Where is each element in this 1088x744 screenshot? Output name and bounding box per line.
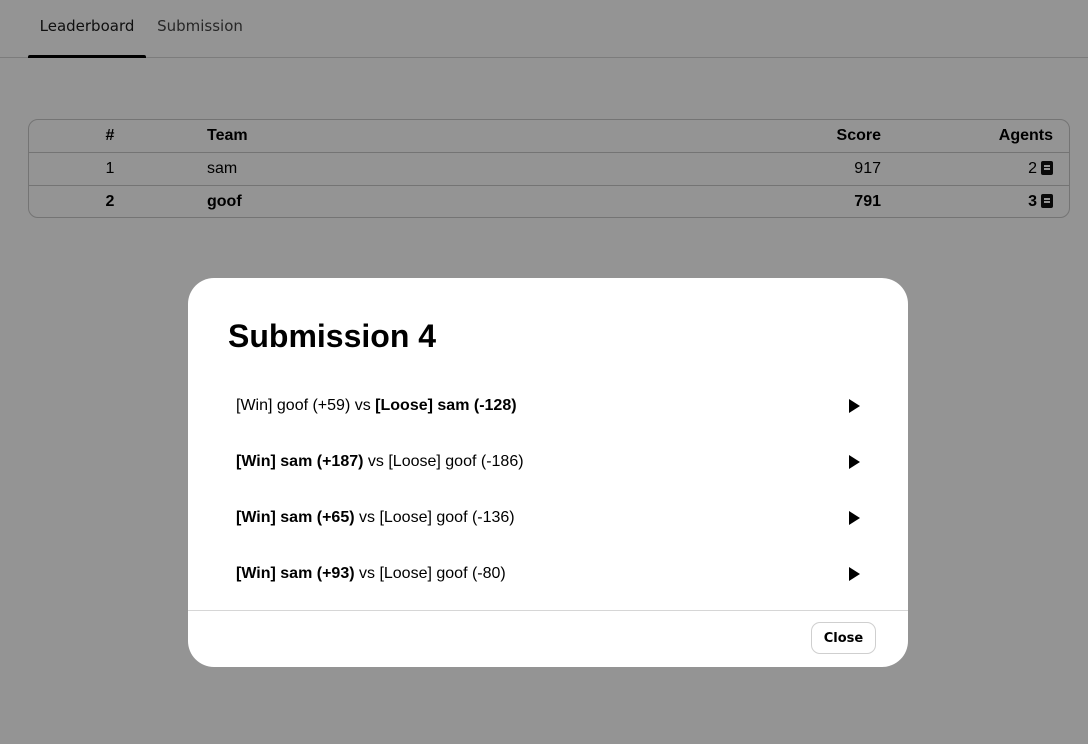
play-icon[interactable]: [849, 567, 860, 581]
match-row: [Win] sam (+65) vs [Loose] goof (-136): [236, 490, 860, 546]
match-right: [Loose] sam (-128): [375, 397, 517, 414]
play-icon[interactable]: [849, 399, 860, 413]
match-row: [Win] sam (+93) vs [Loose] goof (-80): [236, 546, 860, 602]
match-vs: vs: [363, 453, 389, 470]
play-icon[interactable]: [849, 455, 860, 469]
match-vs: vs: [350, 397, 376, 414]
match-right: [Loose] goof (-186): [388, 453, 524, 470]
modal-title: Submission 4: [228, 318, 437, 354]
match-left: [Win] goof (+59): [236, 397, 351, 414]
match-vs: vs: [354, 565, 380, 582]
submission-modal: Submission 4 [Win] goof (+59) vs [Loose]…: [188, 278, 908, 667]
match-right: [Loose] goof (-80): [379, 565, 506, 582]
play-icon[interactable]: [849, 511, 860, 525]
match-vs: vs: [354, 509, 380, 526]
match-left: [Win] sam (+93): [236, 565, 355, 582]
match-right: [Loose] goof (-136): [379, 509, 515, 526]
modal-footer: Close: [188, 610, 908, 667]
match-row: [Win] goof (+59) vs [Loose] sam (-128): [236, 378, 860, 434]
match-left: [Win] sam (+65): [236, 509, 355, 526]
match-row: [Win] sam (+187) vs [Loose] goof (-186): [236, 434, 860, 490]
close-button[interactable]: Close: [811, 622, 876, 654]
match-left: [Win] sam (+187): [236, 453, 364, 470]
